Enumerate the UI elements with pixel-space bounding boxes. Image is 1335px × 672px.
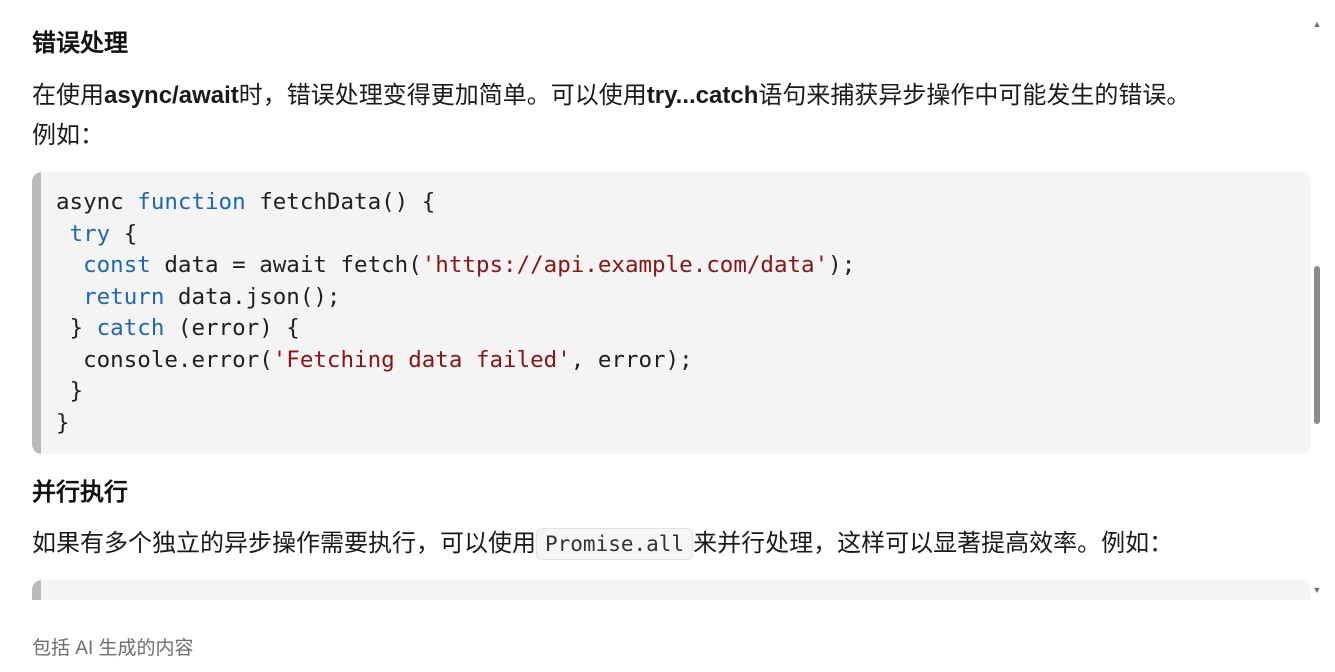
code-block-parallel[interactable] <box>32 580 1311 600</box>
code-keyword: catch <box>96 315 165 341</box>
code-token: ); <box>828 252 856 278</box>
code-token: (error) { <box>164 315 300 341</box>
code-token: data = await fetch( <box>150 252 422 278</box>
ai-generated-disclaimer: 包括 AI 生成的内容 <box>32 638 194 659</box>
code-token: fetchData() { <box>245 189 436 215</box>
code-line: console.error('Fetching data failed', er… <box>56 347 693 373</box>
code-content: async function fetchData() { try { const… <box>32 172 1311 454</box>
code-keyword: function <box>137 189 246 215</box>
para-text: 在使用 <box>32 82 104 109</box>
code-line: } <box>56 378 84 404</box>
error-handling-paragraph-line2: 例如： <box>32 122 104 149</box>
code-token: } <box>56 378 84 404</box>
code-line: } catch (error) { <box>56 315 300 341</box>
code-token: , error); <box>570 346 693 373</box>
scrollbar[interactable]: ▲ ▼ <box>1311 18 1323 600</box>
code-token: async <box>56 189 138 215</box>
bold-term-async-await: async/await <box>104 82 239 109</box>
bold-term-try-catch: try...catch <box>646 82 759 109</box>
section-heading-parallel: 并行执行 <box>32 479 128 506</box>
code-block-fetch-data[interactable]: async function fetchData() { try { const… <box>32 172 1311 454</box>
code-token: { <box>110 220 138 247</box>
code-string: 'https://api.example.com/data' <box>421 252 829 278</box>
para-text: 时，错误处理变得更加简单。可以使用 <box>238 82 647 109</box>
code-token: console.error( <box>56 346 273 373</box>
inline-code-promise-all: Promise.all <box>536 528 694 560</box>
parallel-paragraph: 如果有多个独立的异步操作需要执行，可以使用 Promise.all 来并行处理，这样… <box>32 524 1173 564</box>
code-block-accent-bar <box>32 580 41 600</box>
para-text: 来并行处理，这样可以显著提高效率。例如： <box>693 530 1174 557</box>
code-line: async function fetchData() { <box>56 189 435 215</box>
code-line: } <box>56 410 70 436</box>
section-heading-error-handling: 错误处理 <box>32 30 128 57</box>
scroll-down-arrow-icon[interactable]: ▼ <box>1311 584 1323 596</box>
code-string: 'Fetching data failed' <box>272 346 571 373</box>
chat-scroll-area[interactable]: 错误处理 在使用async/await时，错误处理变得更加简单。可以使用try.… <box>0 0 1335 600</box>
code-line: const data = await fetch('https://api.ex… <box>56 252 855 278</box>
scroll-up-arrow-icon[interactable]: ▲ <box>1311 18 1323 30</box>
code-line: try { <box>56 220 138 247</box>
code-keyword: const <box>83 252 151 278</box>
error-handling-paragraph: 在使用async/await时，错误处理变得更加简单。可以使用try...cat… <box>32 76 1190 116</box>
code-block-accent-bar <box>32 172 41 454</box>
para-text: 如果有多个独立的异步操作需要执行，可以使用 <box>32 530 536 557</box>
code-keyword: try <box>69 220 111 247</box>
code-line: return data.json(); <box>56 284 340 310</box>
code-token: data.json(); <box>164 283 341 310</box>
para-text: 语句来捕获异步操作中可能发生的错误。 <box>758 82 1191 109</box>
code-token: } <box>56 409 70 436</box>
code-token: } <box>56 315 97 341</box>
code-keyword: return <box>83 283 165 310</box>
scrollbar-thumb[interactable] <box>1314 266 1320 424</box>
